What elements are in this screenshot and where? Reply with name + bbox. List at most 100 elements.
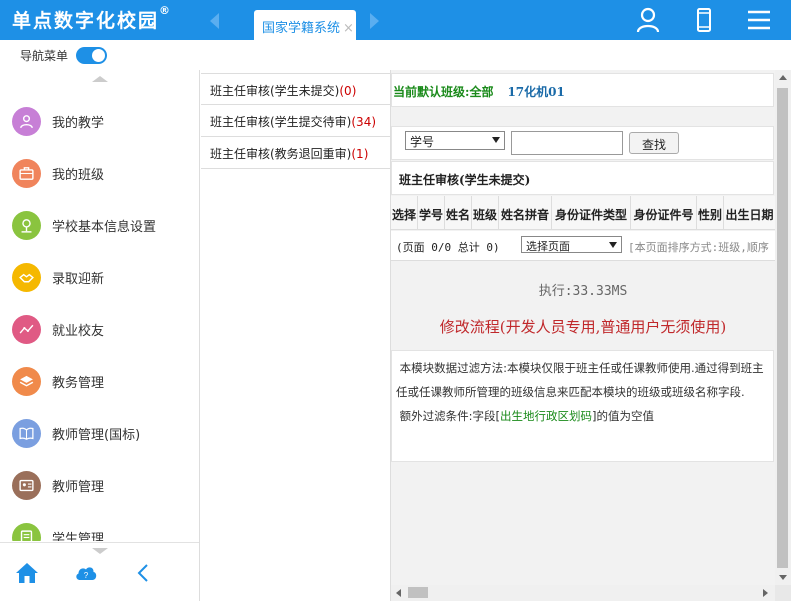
top-bar: 单点数字化校园® 国家学籍系统 × bbox=[0, 0, 791, 40]
tab-scroll-left-arrow-icon[interactable] bbox=[210, 13, 219, 29]
tab-label: 国家学籍系统 bbox=[262, 21, 341, 36]
tab-scroll-right-arrow-icon[interactable] bbox=[370, 13, 379, 29]
column-header: 身份证件号 bbox=[631, 196, 697, 229]
svg-text:?: ? bbox=[84, 571, 89, 580]
extra-filter-prefix: 额外过滤条件:字段[ bbox=[399, 409, 501, 423]
filter-description-text: 本模块数据过滤方法:本模块仅限于班主任或任课教师使用.通过得到班主任或任课教师所… bbox=[396, 361, 764, 399]
page-select[interactable]: 选择页面 bbox=[521, 236, 622, 253]
current-class-key: 当前默认班级: bbox=[393, 85, 470, 99]
search-input[interactable] bbox=[511, 131, 623, 155]
trademark-mark: ® bbox=[159, 4, 173, 17]
tab-close-icon[interactable]: × bbox=[343, 21, 354, 36]
layers-icon-glyph bbox=[19, 375, 34, 387]
execution-time: 执行:33.33MS bbox=[538, 284, 628, 299]
cloud-help-icon[interactable]: ? bbox=[74, 561, 98, 585]
vertical-scroll-thumb[interactable] bbox=[777, 88, 788, 568]
horizontal-scrollbar[interactable] bbox=[391, 585, 775, 601]
trend-line-icon bbox=[12, 314, 41, 344]
sidebar-item-5[interactable]: 教务管理 bbox=[0, 355, 199, 407]
pager-row: (页面 0/0 总计 0) 选择页面 [本页面排序方式:班级,顺序 bbox=[391, 231, 775, 261]
search-field-select[interactable]: 学号 bbox=[405, 131, 505, 150]
horizontal-scroll-thumb[interactable] bbox=[408, 587, 428, 598]
sidebar-item-2[interactable]: 学校基本信息设置 bbox=[0, 199, 199, 251]
filter-description: 本模块数据过滤方法:本模块仅限于班主任或任课教师使用.通过得到班主任或任课教师所… bbox=[391, 350, 774, 462]
sidebar-item-3[interactable]: 录取迎新 bbox=[0, 251, 199, 303]
column-header: 姓名拼音 bbox=[499, 196, 552, 229]
sidebar-item-4[interactable]: 就业校友 bbox=[0, 303, 199, 355]
sidebar-item-7[interactable]: 教师管理 bbox=[0, 459, 199, 511]
toggle-knob bbox=[92, 49, 105, 62]
briefcase-icon bbox=[12, 158, 41, 188]
sidebar-item-label: 学生管理 bbox=[52, 531, 105, 542]
extra-filter-field: 出生地行政区划码 bbox=[500, 409, 593, 423]
search-button[interactable]: 查找 bbox=[629, 132, 679, 154]
chevron-down-icon bbox=[609, 242, 617, 248]
column-header: 身份证件类型 bbox=[552, 196, 631, 229]
handshake-icon-glyph bbox=[19, 273, 34, 282]
search-field-selected-value: 学号 bbox=[410, 135, 435, 149]
location-pin-icon-glyph bbox=[21, 218, 32, 233]
sidebar: 我的教学我的班级学校基本信息设置录取迎新就业校友教务管理教师管理(国标) 教师管理… bbox=[0, 70, 200, 601]
app-title: 单点数字化校园® bbox=[12, 4, 173, 33]
person-icon bbox=[12, 106, 41, 136]
audit-category-label: 班主任审核(学生未提交) bbox=[210, 84, 340, 98]
handshake-icon bbox=[12, 262, 41, 292]
id-card-icon bbox=[12, 470, 41, 500]
home-icon[interactable] bbox=[15, 561, 39, 585]
audit-category-item[interactable]: 班主任审核(教务退回重审)(1) bbox=[201, 137, 390, 169]
scroll-left-arrow-icon[interactable] bbox=[396, 589, 401, 597]
sidebar-item-label: 就业校友 bbox=[52, 323, 105, 339]
document-icon bbox=[12, 522, 41, 541]
current-class-value[interactable]: 全部 bbox=[469, 85, 493, 99]
user-icon[interactable] bbox=[634, 6, 662, 34]
pager-info: (页面 0/0 总计 0) bbox=[396, 241, 500, 254]
briefcase-icon-glyph bbox=[19, 166, 34, 180]
nav-menu-toggle[interactable] bbox=[76, 47, 107, 64]
nav-toggle-row: 导航菜单 bbox=[0, 40, 791, 70]
vertical-scrollbar[interactable] bbox=[775, 70, 791, 585]
current-class-bar: 当前默认班级:全部 17化机01 bbox=[391, 73, 774, 107]
column-header: 性别 bbox=[697, 196, 724, 229]
book-icon bbox=[12, 418, 41, 448]
scroll-right-arrow-icon[interactable] bbox=[763, 589, 768, 597]
audit-category-item[interactable]: 班主任审核(学生提交待审)(34) bbox=[201, 105, 390, 137]
location-pin-icon bbox=[12, 210, 41, 240]
audit-category-count: (0) bbox=[339, 84, 357, 98]
sidebar-item-0[interactable]: 我的教学 bbox=[0, 95, 199, 147]
mobile-icon[interactable] bbox=[690, 6, 718, 34]
sidebar-nav-list: 我的教学我的班级学校基本信息设置录取迎新就业校友教务管理教师管理(国标) 教师管理… bbox=[0, 95, 199, 541]
page-select-value: 选择页面 bbox=[526, 240, 570, 253]
person-icon-glyph bbox=[20, 114, 33, 128]
column-header: 姓名 bbox=[445, 196, 472, 229]
sidebar-scroll-up-icon[interactable] bbox=[92, 76, 108, 82]
search-row: 学号 查找 bbox=[391, 126, 774, 160]
column-header: 学号 bbox=[418, 196, 445, 229]
filter-description-line1: 本模块数据过滤方法:本模块仅限于班主任或任课教师使用.通过得到班主任或任课教师所… bbox=[396, 356, 767, 404]
chevron-down-icon bbox=[492, 137, 500, 143]
sidebar-item-8[interactable]: 学生管理 bbox=[0, 511, 199, 541]
sidebar-item-label: 教务管理 bbox=[52, 375, 105, 391]
scroll-down-arrow-icon[interactable] bbox=[779, 575, 787, 580]
column-header: 班级 bbox=[472, 196, 499, 229]
sidebar-item-label: 我的班级 bbox=[52, 167, 105, 183]
scrollbar-corner bbox=[775, 585, 791, 601]
sidebar-item-label: 教师管理 bbox=[52, 479, 105, 495]
filter-description-line2: 额外过滤条件:字段[出生地行政区划码]的值为空值 bbox=[396, 404, 767, 428]
table-header-row: 选择 学号 姓名 班级 姓名拼音 身份证件类型 身份证件号 性别 出生日期 bbox=[391, 196, 775, 230]
extra-filter-suffix: ]的值为空值 bbox=[592, 409, 655, 423]
sort-info: [本页面排序方式:班级,顺序 bbox=[628, 241, 769, 254]
tab-student-registry[interactable]: 国家学籍系统 × bbox=[254, 10, 356, 40]
id-card-icon-glyph bbox=[19, 479, 34, 491]
audit-category-item[interactable]: 班主任审核(学生未提交)(0) bbox=[201, 73, 390, 105]
modify-flow-link[interactable]: 修改流程(开发人员专用,普通用户无须使用) bbox=[391, 316, 775, 337]
current-class-name[interactable]: 17化机01 bbox=[507, 85, 564, 99]
collapse-left-icon[interactable] bbox=[132, 561, 156, 585]
menu-icon[interactable] bbox=[745, 6, 773, 34]
sidebar-item-6[interactable]: 教师管理(国标) bbox=[0, 407, 199, 459]
main-content: 当前默认班级:全部 17化机01 学号 查找 班主任审核(学生未提交) 选择 学号姓… bbox=[391, 70, 775, 585]
scroll-up-arrow-icon[interactable] bbox=[779, 75, 787, 80]
book-icon-glyph bbox=[19, 427, 34, 440]
sidebar-item-label: 学校基本信息设置 bbox=[52, 219, 157, 235]
sidebar-item-1[interactable]: 我的班级 bbox=[0, 147, 199, 199]
sidebar-bottom-bar: ? bbox=[0, 542, 199, 601]
